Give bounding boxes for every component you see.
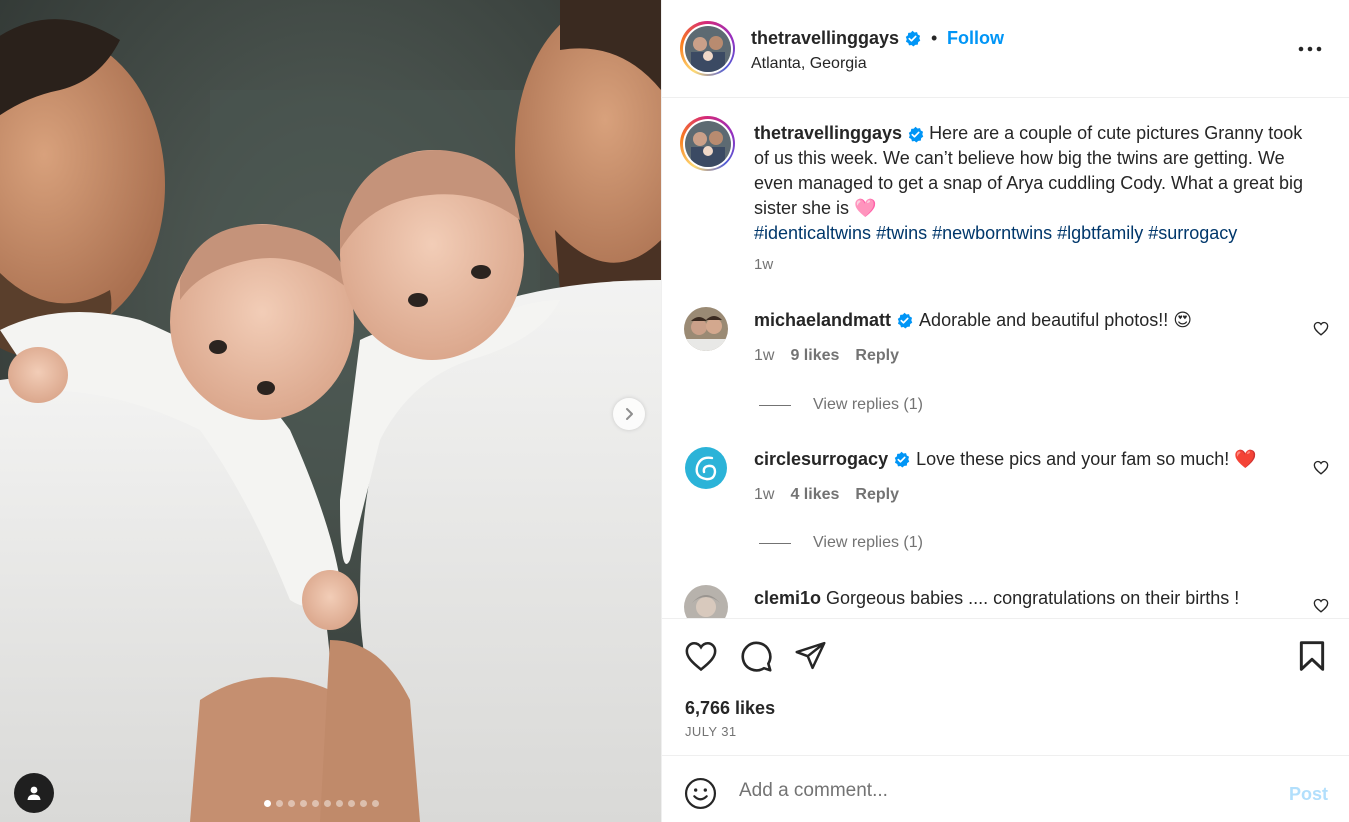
post-comment-button[interactable]: Post [1289, 784, 1328, 805]
caption-username[interactable]: thetravellinggays [754, 123, 902, 143]
reply-button[interactable]: Reply [855, 347, 899, 365]
tagged-users-button[interactable] [14, 773, 54, 813]
emoji-button[interactable] [684, 777, 717, 815]
commenter-avatar[interactable] [684, 585, 728, 618]
comment-likes[interactable]: 9 likes [790, 347, 839, 365]
post-header: thetravellinggays • Follow Atlanta, Geor… [662, 0, 1349, 98]
commenter-avatar[interactable] [684, 446, 728, 490]
view-replies-label: View replies (1) [813, 534, 923, 551]
comment-username[interactable]: michaelandmatt [754, 310, 891, 331]
view-replies-button[interactable]: View replies (1) [759, 534, 923, 552]
comment-likes[interactable]: 4 likes [790, 486, 839, 504]
carousel-dot-5 [312, 800, 319, 807]
comment-meta: 1w 4 likes Reply [754, 486, 899, 504]
carousel-next-button[interactable] [613, 398, 645, 430]
author-avatar[interactable] [680, 21, 735, 76]
carousel-dot-4 [300, 800, 307, 807]
reply-button[interactable]: Reply [855, 486, 899, 504]
share-button[interactable] [794, 640, 827, 676]
photo-scene [0, 0, 661, 822]
carousel-indicators [264, 800, 379, 807]
view-replies-button[interactable]: View replies (1) [759, 396, 923, 414]
chevron-right-icon [626, 408, 633, 420]
heart-outline-icon [1313, 598, 1329, 613]
heart-outline-icon [685, 641, 717, 672]
verified-badge-icon [894, 451, 910, 468]
comment-row: circlesurrogacy Love these pics and your… [754, 449, 1257, 470]
follow-button[interactable]: Follow [947, 28, 1004, 49]
save-button[interactable] [1298, 640, 1326, 677]
author-username-row[interactable]: thetravellinggays [751, 28, 921, 49]
verified-badge-icon [905, 30, 921, 47]
comment-username[interactable]: circlesurrogacy [754, 449, 888, 470]
replies-divider [759, 542, 791, 544]
carousel-dot-8 [348, 800, 355, 807]
like-button[interactable] [684, 640, 718, 677]
bookmark-icon [1299, 641, 1325, 671]
user-tag-icon [27, 786, 41, 800]
comment-text: Gorgeous babies .... congratulations on … [826, 588, 1240, 608]
add-comment-bar: Post [662, 757, 1349, 822]
comment-row: michaelandmatt Adorable and beautiful ph… [754, 310, 1192, 331]
more-horizontal-icon [1298, 46, 1322, 52]
emoji-smile-icon [684, 777, 717, 810]
carousel-dot-2 [276, 800, 283, 807]
replies-divider [759, 404, 791, 406]
carousel-dot-3 [288, 800, 295, 807]
comment-time[interactable]: 1w [754, 486, 774, 504]
post-caption: thetravellinggays Here are a couple of c… [754, 121, 1314, 246]
carousel-dot-1 [264, 800, 271, 807]
verified-badge-icon [897, 312, 913, 329]
carousel-dot-6 [324, 800, 331, 807]
like-comment-button[interactable] [1313, 460, 1329, 480]
like-comment-button[interactable] [1313, 598, 1329, 618]
post-photo[interactable] [0, 0, 661, 822]
comment-text: Adorable and beautiful photos!! 😍 [919, 310, 1192, 330]
comment-input[interactable] [739, 777, 1259, 805]
view-replies-label: View replies (1) [813, 396, 923, 413]
caption-author-avatar[interactable] [680, 116, 735, 171]
comment-time[interactable]: 1w [754, 347, 774, 365]
author-username[interactable]: thetravellinggays [751, 28, 899, 49]
more-options-button[interactable] [1298, 40, 1322, 58]
heart-outline-icon [1313, 321, 1329, 336]
carousel-dot-7 [336, 800, 343, 807]
comment-username[interactable]: clemi1o [754, 588, 821, 609]
post-location[interactable]: Atlanta, Georgia [751, 55, 867, 73]
post-actions: 6,766 likes JULY 31 [662, 620, 1349, 756]
carousel-dot-9 [360, 800, 367, 807]
post-details-panel: thetravellinggays • Follow Atlanta, Geor… [661, 0, 1349, 822]
comment-meta: 1w 9 likes Reply [754, 347, 899, 365]
caption-hashtags[interactable]: #identicaltwins #twins #newborntwins #lg… [754, 223, 1237, 243]
comment-text: Love these pics and your fam so much! ❤️ [916, 449, 1257, 469]
verified-badge-icon [908, 126, 924, 143]
caption-time[interactable]: 1w [754, 256, 773, 273]
carousel-dot-10 [372, 800, 379, 807]
commenter-avatar[interactable] [684, 307, 728, 351]
paper-plane-icon [795, 641, 826, 670]
likes-count[interactable]: 6,766 likes [685, 698, 775, 719]
like-comment-button[interactable] [1313, 321, 1329, 341]
comment-button[interactable] [740, 640, 773, 678]
heart-outline-icon [1313, 460, 1329, 475]
header-separator: • [931, 28, 938, 48]
comment-row: clemi1o Gorgeous babies .... congratulat… [754, 588, 1239, 609]
comment-bubble-icon [741, 641, 772, 672]
post-date[interactable]: JULY 31 [685, 724, 736, 739]
comments-list[interactable]: thetravellinggays Here are a couple of c… [662, 99, 1349, 619]
